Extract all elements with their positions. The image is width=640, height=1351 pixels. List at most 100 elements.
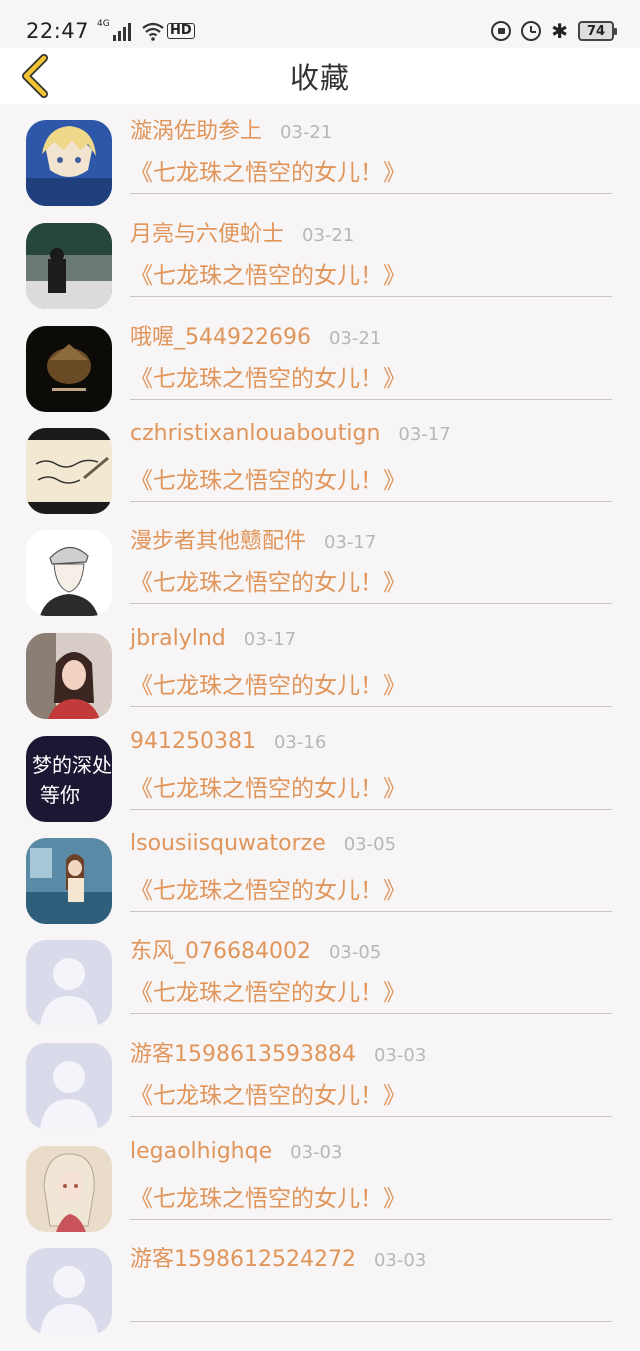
item-book-title[interactable]: 《七龙珠之悟空的女儿！》	[130, 1179, 406, 1213]
item-book-title[interactable]: 《七龙珠之悟空的女儿！》	[130, 359, 406, 393]
item-header: 月亮与六便蚧士 03-21	[130, 216, 355, 248]
divider	[130, 911, 612, 912]
default-avatar-icon[interactable]	[26, 1248, 112, 1334]
handwriting-icon[interactable]	[26, 427, 112, 514]
item-date: 03-05	[343, 834, 397, 855]
item-book-title[interactable]: 《七龙珠之悟空的女儿！》	[130, 871, 406, 905]
item-header: jbralylnd 03-17	[130, 626, 296, 656]
list-item[interactable]: 哦喔_544922696 03-21 《七龙珠之悟空的女儿！》	[0, 319, 640, 422]
divider	[130, 1321, 612, 1322]
bluetooth-icon: ✱	[551, 19, 568, 43]
classroom-icon[interactable]	[26, 222, 112, 309]
hd-label: HD	[167, 23, 195, 39]
page-title: 收藏	[289, 61, 350, 95]
item-book-title[interactable]: 《七龙珠之悟空的女儿！》	[130, 769, 406, 803]
signal-icon: 4G	[97, 19, 132, 41]
list-item[interactable]: legaolhighqe 03-03 《七龙珠之悟空的女儿！》	[0, 1139, 640, 1242]
item-username[interactable]: legaolhighqe	[130, 1139, 272, 1164]
anime-girl-icon[interactable]	[26, 1145, 112, 1232]
battery-icon: 74	[578, 21, 617, 41]
item-date: 03-03	[373, 1045, 427, 1066]
item-header: lsousiisquwatorze 03-05	[130, 831, 396, 861]
sketch-boy-icon[interactable]	[26, 530, 112, 616]
default-avatar-icon[interactable]	[26, 1043, 112, 1129]
item-header: czhristixanlouaboutign 03-17	[130, 421, 451, 451]
item-username[interactable]: 941250381	[130, 729, 256, 754]
alarm-icon	[521, 21, 542, 41]
list-item[interactable]: 游客1598613593884 03-03 《七龙珠之悟空的女儿！》	[0, 1036, 640, 1139]
back-button[interactable]	[12, 52, 60, 100]
lock-rotation-icon	[491, 21, 512, 41]
item-book-title[interactable]: 《七龙珠之悟空的女儿！》	[130, 1076, 406, 1110]
item-header: legaolhighqe 03-03	[130, 1139, 342, 1169]
item-username[interactable]: 月亮与六便蚧士	[130, 216, 284, 248]
item-username[interactable]: 漩涡佐助参上	[130, 113, 262, 145]
item-book-title[interactable]: 《七龙珠之悟空的女儿！》	[130, 461, 406, 495]
nav-bar: 收藏	[0, 48, 640, 104]
item-header: 漫步者其他戆配件 03-17	[130, 523, 377, 555]
wifi-icon: HD	[141, 21, 195, 41]
list-item[interactable]: czhristixanlouaboutign 03-17 《七龙珠之悟空的女儿！》	[0, 421, 640, 524]
divider	[130, 1116, 612, 1117]
back-arrow-icon	[22, 54, 48, 98]
divider	[130, 808, 612, 810]
item-date: 03-03	[290, 1141, 343, 1163]
svg-text:梦的深处: 梦的深处	[32, 753, 112, 777]
item-username[interactable]: jbralylnd	[130, 626, 226, 651]
signal-label: 4G	[97, 19, 110, 29]
item-username[interactable]: lsousiisquwatorze	[130, 831, 326, 856]
dream-text-icon[interactable]: 梦的深处 等你	[26, 735, 112, 822]
item-date: 03-17	[398, 423, 451, 445]
list-item[interactable]: jbralylnd 03-17 《七龙珠之悟空的女儿！》	[0, 626, 640, 729]
divider	[130, 705, 612, 707]
item-username[interactable]: 东风_076684002	[130, 933, 311, 965]
list-item[interactable]: 游客1598612524272 03-03	[0, 1241, 640, 1344]
anime-girl-train-icon[interactable]	[26, 838, 112, 924]
dark-scene-icon[interactable]	[26, 325, 112, 412]
default-avatar-icon[interactable]	[26, 940, 112, 1026]
divider	[130, 295, 612, 297]
item-book-title[interactable]: 《七龙珠之悟空的女儿！》	[130, 256, 406, 290]
item-username[interactable]: 游客1598612524272	[130, 1241, 356, 1273]
item-header: 游客1598612524272 03-03	[130, 1241, 427, 1273]
item-header: 哦喔_544922696 03-21	[130, 319, 382, 351]
item-username[interactable]: 游客1598613593884	[130, 1036, 356, 1068]
divider	[130, 603, 612, 604]
item-date: 03-21	[302, 224, 355, 246]
item-book-title[interactable]: 《七龙珠之悟空的女儿！》	[130, 973, 406, 1007]
item-date: 03-21	[328, 327, 382, 349]
item-date: 03-16	[273, 731, 327, 753]
divider	[130, 193, 612, 194]
list-item[interactable]: 月亮与六便蚧士 03-21 《七龙珠之悟空的女儿！》	[0, 216, 640, 319]
favorites-list[interactable]: neinlbarrreptt03-21《七龙珠之悟空的女儿！》漩涡佐助参上 03-…	[0, 104, 640, 1351]
item-header: 漩涡佐助参上 03-21	[130, 113, 333, 145]
item-username[interactable]: 哦喔_544922696	[130, 319, 311, 351]
item-book-title[interactable]: 《七龙珠之悟空的女儿！》	[130, 666, 406, 700]
item-date: 03-21	[280, 122, 333, 143]
status-left: 22:47 4G HD	[26, 19, 195, 43]
girl-photo-icon[interactable]	[26, 632, 112, 719]
item-book-title[interactable]: 《七龙珠之悟空的女儿！》	[130, 153, 406, 187]
item-header: 游客1598613593884 03-03	[130, 1036, 427, 1068]
battery-level: 74	[586, 23, 606, 39]
status-time: 22:47	[26, 19, 90, 43]
divider	[130, 398, 612, 400]
list-item[interactable]: 漩涡佐助参上 03-21 《七龙珠之悟空的女儿！》	[0, 113, 640, 216]
item-username[interactable]: czhristixanlouaboutign	[130, 421, 380, 446]
item-book-title[interactable]: 《七龙珠之悟空的女儿！》	[130, 563, 406, 597]
item-username[interactable]: 漫步者其他戆配件	[130, 523, 306, 555]
divider	[130, 1013, 612, 1014]
list-item[interactable]: 漫步者其他戆配件 03-17 《七龙珠之悟空的女儿！》	[0, 523, 640, 626]
list-item[interactable]: lsousiisquwatorze 03-05 《七龙珠之悟空的女儿！》	[0, 831, 640, 934]
list-item[interactable]: neinlbarrreptt03-21《七龙珠之悟空的女儿！》	[0, 104, 640, 113]
item-date: 03-17	[324, 532, 377, 553]
item-date: 03-17	[243, 628, 297, 650]
anime-boy-icon[interactable]	[26, 120, 112, 206]
status-right: ✱ 74	[491, 19, 617, 43]
item-header: 941250381 03-16	[130, 729, 326, 759]
list-item[interactable]: 东风_076684002 03-05 《七龙珠之悟空的女儿！》	[0, 933, 640, 1036]
item-header: 东风_076684002 03-05	[130, 933, 381, 965]
divider	[130, 500, 612, 502]
list-item[interactable]: 梦的深处 等你 941250381 03-16 《七龙珠之悟空的女儿！》	[0, 729, 640, 832]
item-date: 03-03	[373, 1250, 427, 1271]
